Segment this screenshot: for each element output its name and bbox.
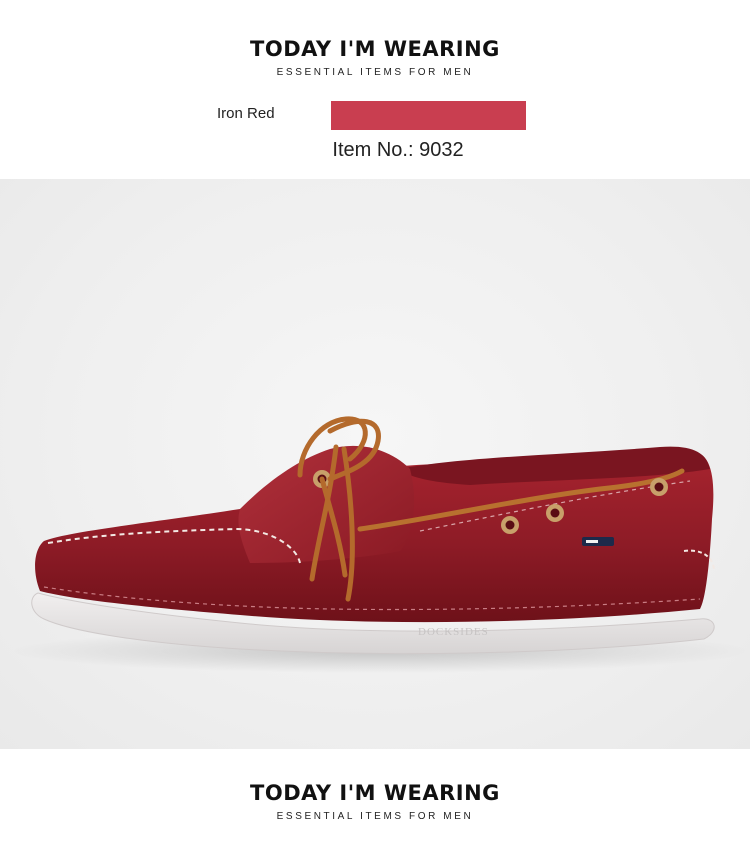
page-subtitle: ESSENTIAL ITEMS FOR MEN <box>276 67 474 78</box>
footer-subtitle: ESSENTIAL ITEMS FOR MEN <box>276 811 474 822</box>
page-title: TODAY I'M WEARING <box>250 37 500 61</box>
footer-title: TODAY I'M WEARING <box>250 781 500 805</box>
header-top: TODAY I'M WEARING ESSENTIAL ITEMS FOR ME… <box>0 34 750 80</box>
color-option[interactable]: Iron Red <box>0 101 750 131</box>
item-number: Item No.: 9032 <box>332 139 464 161</box>
color-swatch[interactable] <box>331 101 526 130</box>
color-name: Iron Red <box>217 105 275 122</box>
product-photo: DOCKSIDES <box>0 179 750 749</box>
boat-shoe-illustration: DOCKSIDES <box>10 416 750 673</box>
header-bottom: TODAY I'M WEARING ESSENTIAL ITEMS FOR ME… <box>0 778 750 824</box>
sole-logo: DOCKSIDES <box>418 626 489 638</box>
